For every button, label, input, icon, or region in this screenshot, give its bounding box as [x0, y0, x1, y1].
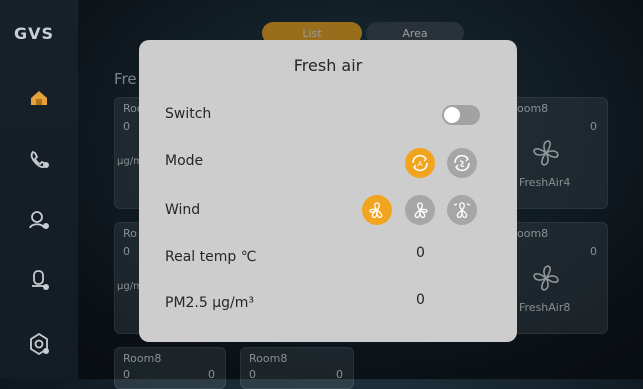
- wind-high-button[interactable]: [447, 195, 477, 225]
- security-icon: [29, 211, 49, 229]
- power-toggle[interactable]: [442, 105, 480, 125]
- sidebar-item-settings[interactable]: [25, 266, 53, 294]
- sidebar-item-home[interactable]: [25, 84, 53, 112]
- svg-text:A: A: [418, 160, 423, 168]
- real-temp-label: Real temp ℃: [165, 249, 257, 265]
- sidebar-item-security[interactable]: [25, 206, 53, 234]
- pm25-value: 0: [416, 292, 425, 308]
- toggle-knob: [444, 107, 460, 123]
- wind-label: Wind: [165, 202, 201, 218]
- mode-auto-button[interactable]: A: [405, 148, 435, 178]
- cycle-mode-icon: [454, 154, 470, 172]
- wind-medium-button[interactable]: [405, 195, 435, 225]
- sidebar: GVS: [0, 0, 78, 379]
- logo: GVS: [14, 24, 55, 43]
- home-icon: [31, 91, 47, 105]
- settings-icon: [32, 270, 49, 290]
- mode-label: Mode: [165, 153, 204, 169]
- gear-icon: [30, 332, 49, 356]
- sidebar-item-gear[interactable]: [25, 330, 53, 358]
- fan-medium-icon: [414, 202, 428, 219]
- sidebar-item-phone[interactable]: [25, 146, 53, 174]
- pm25-label: PM2.5 µg/m³: [165, 295, 254, 311]
- real-temp-value: 0: [416, 245, 425, 261]
- fresh-air-dialog: Fresh air Switch Mode A Wind Real temp ℃…: [139, 40, 517, 342]
- switch-label: Switch: [165, 106, 212, 122]
- auto-mode-icon: A: [412, 154, 428, 172]
- fan-low-icon: [369, 202, 383, 219]
- mode-cycle-button[interactable]: [447, 148, 477, 178]
- phone-icon: [30, 150, 49, 169]
- fan-high-icon: [453, 202, 471, 219]
- wind-low-button[interactable]: [362, 195, 392, 225]
- dialog-title: Fresh air: [293, 56, 363, 75]
